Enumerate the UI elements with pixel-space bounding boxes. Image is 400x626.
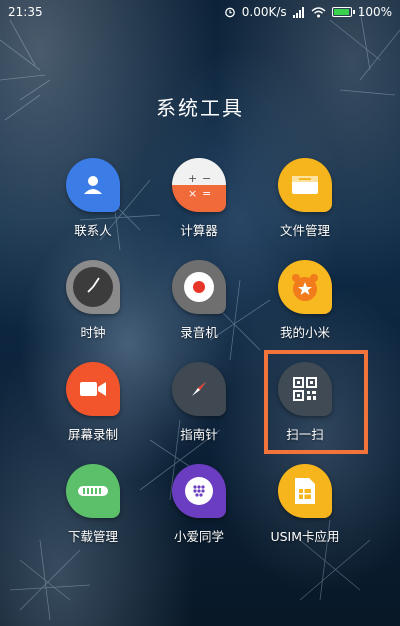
- app-grid: 联系人 + − × = 计算器 文件管理 时钟 录音机 我的小米 屏幕录制 指南…: [40, 158, 360, 566]
- app-label: 下载管理: [67, 529, 118, 544]
- app-screen-record[interactable]: 屏幕录制: [40, 362, 146, 464]
- status-bar: 21:35 0.00K/s 100%: [0, 0, 400, 24]
- battery-icon: [331, 7, 355, 17]
- alarm-icon: [224, 7, 235, 18]
- app-label: 小爱同学: [173, 529, 224, 544]
- scanner-icon[interactable]: [278, 362, 332, 416]
- xiaoai-icon[interactable]: [172, 464, 226, 518]
- svg-text:−: −: [202, 172, 211, 185]
- app-label: 指南针: [180, 427, 218, 442]
- app-label: USIM卡应用: [270, 529, 340, 544]
- svg-text:+: +: [188, 172, 197, 185]
- app-label: 我的小米: [279, 325, 330, 340]
- app-recorder[interactable]: 录音机: [146, 260, 252, 362]
- app-my-xiaomi[interactable]: 我的小米: [252, 260, 358, 362]
- app-clock[interactable]: 时钟: [40, 260, 146, 362]
- app-label: 扫一扫: [286, 427, 324, 442]
- wifi-icon: [311, 6, 326, 17]
- app-contacts[interactable]: 联系人: [40, 158, 146, 260]
- battery-percent: 100%: [357, 5, 392, 19]
- network-speed: 0.00K/s: [241, 5, 287, 19]
- contacts-icon[interactable]: [66, 158, 120, 212]
- app-file-manager[interactable]: 文件管理: [252, 158, 358, 260]
- app-xiaoai[interactable]: 小爱同学: [146, 464, 252, 566]
- clock-icon[interactable]: [66, 260, 120, 314]
- app-label: 时钟: [80, 325, 106, 340]
- download-manager-icon[interactable]: [66, 464, 120, 518]
- recorder-icon[interactable]: [172, 260, 226, 314]
- file-manager-icon[interactable]: [278, 158, 332, 212]
- app-label: 录音机: [180, 325, 218, 340]
- my-xiaomi-icon[interactable]: [278, 260, 332, 314]
- svg-text:=: =: [202, 187, 211, 200]
- status-indicators: 0.00K/s 100%: [224, 5, 392, 19]
- app-label: 计算器: [180, 223, 218, 238]
- app-scanner[interactable]: 扫一扫: [252, 362, 358, 464]
- calculator-icon[interactable]: + − × =: [172, 158, 226, 212]
- app-label: 文件管理: [279, 223, 330, 238]
- app-download-manager[interactable]: 下载管理: [40, 464, 146, 566]
- status-time: 21:35: [8, 5, 43, 19]
- app-sim-card[interactable]: USIM卡应用: [252, 464, 358, 566]
- screen-record-icon[interactable]: [66, 362, 120, 416]
- folder-title[interactable]: 系统工具: [0, 92, 400, 121]
- sim-card-icon[interactable]: [278, 464, 332, 518]
- app-compass[interactable]: 指南针: [146, 362, 252, 464]
- compass-icon[interactable]: [172, 362, 226, 416]
- app-label: 屏幕录制: [67, 427, 118, 442]
- app-calculator[interactable]: + − × = 计算器: [146, 158, 252, 260]
- signal-icon: [292, 6, 304, 18]
- app-label: 联系人: [74, 223, 112, 238]
- svg-text:×: ×: [188, 187, 197, 200]
